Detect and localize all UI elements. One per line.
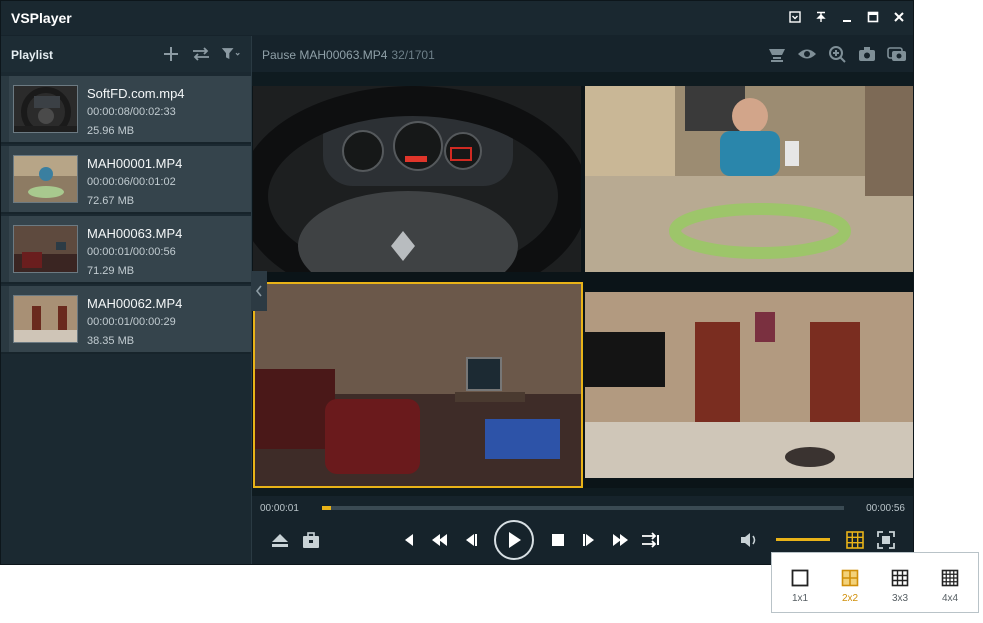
layout-3x3-icon [891, 569, 909, 587]
status-text: Pause MAH00063.MP4 [262, 48, 388, 62]
layout-option-4x4[interactable]: 4x4 [928, 567, 972, 607]
item-marker [1, 286, 9, 352]
volume-icon[interactable] [738, 529, 760, 551]
layout-option-label: 2x2 [841, 593, 859, 604]
app-window: VSPlayer Playlist SoftFD.com.mp4 00:00:0… [0, 0, 914, 565]
add-icon[interactable] [161, 44, 181, 64]
play-icon [509, 532, 521, 548]
view-tools [767, 44, 907, 64]
video-pane-2[interactable] [585, 86, 913, 272]
collapse-playlist-handle[interactable] [251, 271, 267, 311]
layout-4x4-icon [941, 569, 959, 587]
zoom-icon[interactable] [827, 44, 847, 64]
toolbox-icon[interactable] [300, 529, 322, 551]
swap-icon[interactable] [191, 44, 211, 64]
repeat-icon[interactable] [640, 529, 662, 551]
layout-2x2-icon [841, 569, 859, 587]
eye-icon[interactable] [797, 44, 817, 64]
item-duration: 00:00:08/00:02:33 [87, 106, 176, 118]
playback-status: Pause MAH00063.MP4 32/1701 [262, 48, 435, 62]
playlist-panel: Playlist SoftFD.com.mp4 00:00:08/00:02:3… [1, 36, 252, 564]
step-back-icon[interactable] [460, 529, 482, 551]
multi-snapshot-icon[interactable] [887, 44, 907, 64]
volume-level [776, 538, 830, 541]
app-title: VSPlayer [11, 10, 72, 26]
layout-1x1-icon [791, 569, 809, 587]
title-bar: VSPlayer [1, 1, 913, 35]
item-size: 25.96 MB [87, 125, 135, 137]
item-size: 71.29 MB [87, 265, 135, 277]
eject-icon[interactable] [269, 529, 291, 551]
item-size: 72.67 MB [87, 195, 135, 207]
snapshot-icon[interactable] [857, 44, 877, 64]
stop-icon[interactable] [547, 529, 569, 551]
item-marker [1, 216, 9, 282]
step-forward-icon[interactable] [578, 529, 600, 551]
item-size: 38.35 MB [87, 335, 135, 347]
seek-bar[interactable] [322, 506, 844, 510]
rewind-icon[interactable] [429, 529, 451, 551]
chevron-left-icon [255, 285, 262, 297]
maximize-icon[interactable] [865, 9, 881, 25]
layout-option-1x1[interactable]: 1x1 [778, 567, 822, 607]
playlist-item[interactable]: SoftFD.com.mp4 00:00:08/00:02:33 25.96 M… [1, 76, 251, 144]
layout-popup: 1x1 2x2 3x3 4x4 [771, 552, 979, 613]
video-thumbnail [13, 225, 78, 273]
playlist-items: SoftFD.com.mp4 00:00:08/00:02:33 25.96 M… [1, 76, 251, 356]
video-thumbnail [13, 85, 78, 133]
item-marker [1, 146, 9, 212]
video-pane-1[interactable] [253, 86, 581, 272]
close-icon[interactable] [891, 9, 907, 25]
prev-icon[interactable] [398, 529, 420, 551]
layout-option-3x3[interactable]: 3x3 [878, 567, 922, 607]
item-duration: 00:00:01/00:00:29 [87, 316, 176, 328]
layout-option-label: 3x3 [891, 593, 909, 604]
playlist-title: Playlist [11, 48, 54, 62]
total-time: 00:00:56 [866, 503, 905, 514]
layout-option-label: 4x4 [941, 593, 959, 604]
player-area: Pause MAH00063.MP4 32/1701 00:00:01 00:0… [252, 36, 913, 564]
item-duration: 00:00:01/00:00:56 [87, 246, 176, 258]
stream-icon[interactable] [767, 44, 787, 64]
playlist-item[interactable]: MAH00001.MP4 00:00:06/00:01:02 72.67 MB [1, 146, 251, 214]
fullscreen-icon[interactable] [875, 529, 897, 551]
grid-layout-icon[interactable] [844, 529, 866, 551]
playlist-header: Playlist [1, 36, 251, 72]
video-thumbnail [13, 295, 78, 343]
item-name: MAH00001.MP4 [87, 156, 183, 171]
seek-progress [322, 506, 331, 510]
item-name: SoftFD.com.mp4 [87, 86, 185, 101]
item-name: MAH00063.MP4 [87, 226, 183, 241]
video-pane-3-selected[interactable] [253, 282, 583, 488]
fast-forward-icon[interactable] [609, 529, 631, 551]
item-duration: 00:00:06/00:01:02 [87, 176, 176, 188]
item-marker [1, 76, 9, 142]
video-grid [252, 86, 913, 488]
layout-option-2x2[interactable]: 2x2 [828, 567, 872, 607]
video-thumbnail [13, 155, 78, 203]
video-pane-4[interactable] [585, 292, 913, 478]
dropdown-icon[interactable] [787, 9, 803, 25]
current-time: 00:00:01 [260, 503, 299, 514]
item-name: MAH00062.MP4 [87, 296, 183, 311]
window-controls [787, 9, 907, 25]
playlist-item[interactable]: MAH00063.MP4 00:00:01/00:00:56 71.29 MB [1, 216, 251, 284]
minimize-icon[interactable] [839, 9, 855, 25]
volume-slider[interactable] [776, 538, 830, 541]
frame-counter: 32/1701 [391, 48, 435, 62]
playlist-item[interactable]: MAH00062.MP4 00:00:01/00:00:29 38.35 MB [1, 286, 251, 354]
filter-icon[interactable] [221, 44, 241, 64]
player-header: Pause MAH00063.MP4 32/1701 [252, 36, 913, 72]
pin-icon[interactable] [813, 9, 829, 25]
layout-option-label: 1x1 [791, 593, 809, 604]
play-button[interactable] [494, 520, 534, 560]
playlist-tools [161, 44, 241, 64]
